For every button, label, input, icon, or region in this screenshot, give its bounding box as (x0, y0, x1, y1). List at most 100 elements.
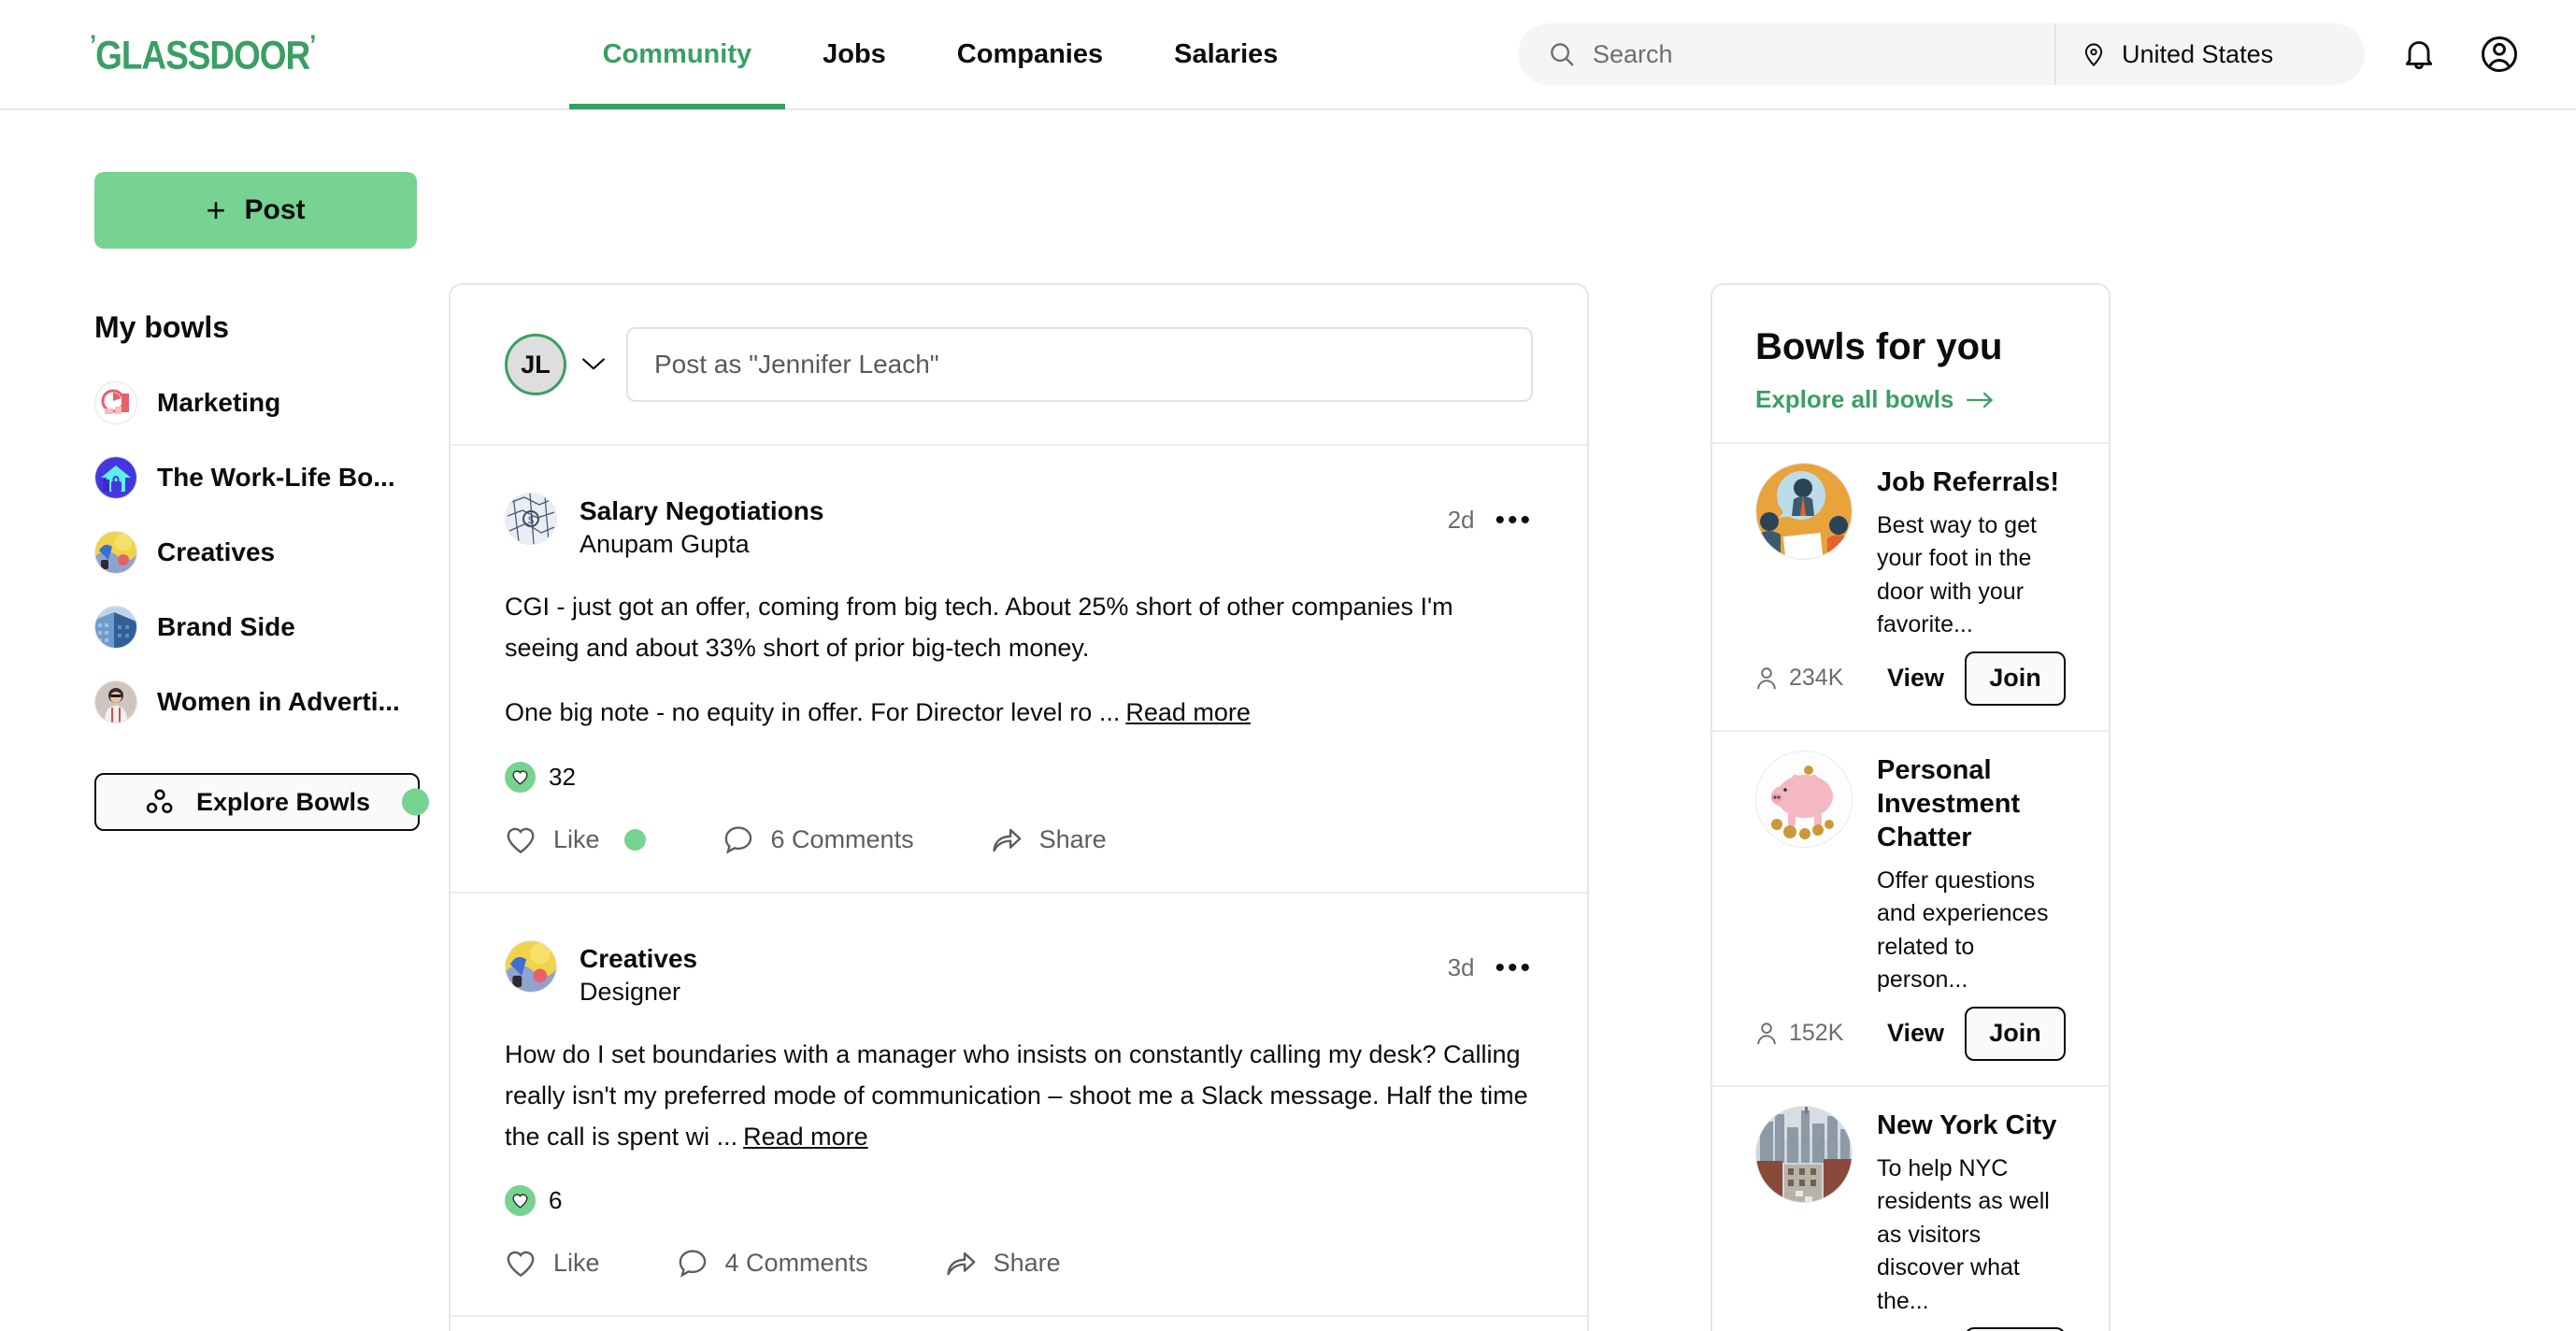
comments-label: 6 Comments (770, 824, 914, 853)
bowl-card-top: Personal Investment Chatter Offer questi… (1755, 750, 2066, 997)
search-input[interactable]: Search (1518, 23, 2056, 85)
my-bowls-heading: My bowls (94, 310, 230, 344)
read-more-link[interactable]: Read more (743, 1123, 868, 1151)
like-button[interactable]: Like (505, 1249, 600, 1278)
post-timestamp: 3d (1447, 953, 1475, 982)
sidebar-bowl-label: The Work-Life Bo... (157, 463, 395, 492)
explore-all-bowls-link[interactable]: Explore all bowls (1755, 385, 2066, 414)
composer-input[interactable]: Post as "Jennifer Leach" (626, 327, 1533, 402)
sidebar-item-marketing[interactable]: Marketing (94, 365, 449, 440)
like-button[interactable]: Like (505, 825, 646, 854)
comments-button[interactable]: 4 Comments (677, 1248, 868, 1278)
bowl-card-text: New York City To help NYC residents as w… (1877, 1106, 2066, 1318)
sidebar-item-work-life-bowl[interactable]: The Work-Life Bo... (94, 440, 449, 515)
heart-reaction-icon (505, 1185, 536, 1217)
header-right-group: Search United States (1518, 23, 2526, 85)
create-post-button[interactable]: + Post (94, 172, 417, 249)
notifications-bell-icon[interactable] (2393, 28, 2445, 80)
post-bowl-name[interactable]: Salary Negotiations (580, 494, 1425, 528)
bowl-card-name[interactable]: New York City (1877, 1109, 2066, 1143)
post-more-options-icon[interactable]: ••• (1495, 506, 1533, 534)
new-york-city-bowl-image[interactable] (1755, 1105, 1853, 1203)
bowls-for-you-header: Bowls for you Explore all bowls (1712, 285, 2109, 442)
post-header: $ Salary Negotiations Anupam Gupta 2d ••… (505, 493, 1533, 561)
post-more-options-icon[interactable]: ••• (1495, 953, 1533, 981)
post-paragraph-truncated: One big note - no equity in offer. For D… (505, 693, 1533, 734)
bowl-view-button[interactable]: View (1887, 664, 1944, 693)
personal-investment-chatter-bowl-image[interactable] (1755, 750, 1853, 848)
nav-item-salaries[interactable]: Salaries (1138, 0, 1313, 109)
sidebar-item-creatives[interactable]: Creatives (94, 515, 449, 590)
brand-side-bowl-avatar-icon (94, 606, 137, 649)
bowl-join-button[interactable]: Join (1965, 1006, 2066, 1061)
recommended-bowl-card: Job Referrals! Best way to get your foot… (1712, 442, 2109, 730)
left-sidebar: + Post My bowls Marketing The Work-Life … (0, 110, 449, 1331)
share-button[interactable]: Share (945, 1249, 1061, 1278)
location-selector[interactable]: United States (2056, 23, 2365, 85)
bowl-card-member-count: 152K (1789, 1020, 1844, 1047)
right-rail: Bowls for you Explore all bowls Job Refe… (1710, 110, 2111, 1331)
job-referrals-bowl-image[interactable] (1755, 463, 1853, 560)
post-paragraph-text: One big note - no equity in offer. For D… (505, 698, 1121, 727)
nav-item-community[interactable]: Community (567, 0, 788, 109)
bowl-card-bottom: 152K View Join (1755, 1006, 2066, 1061)
nav-label-jobs: Jobs (823, 38, 886, 69)
post-composer: JL Post as "Jennifer Leach" (451, 285, 1587, 446)
bowl-card-bottom: 61K View Join (1755, 1327, 2066, 1331)
bowl-card-members: 234K (1755, 665, 1843, 692)
explore-bowls-label: Explore Bowls (195, 787, 371, 816)
bowl-card-member-count: 234K (1789, 665, 1844, 692)
like-active-dot (623, 828, 646, 851)
post-header-right: 3d ••• (1448, 940, 1533, 982)
marketing-bowl-avatar-icon (94, 381, 137, 424)
feed-post: $ Salary Negotiations Anupam Gupta 2d ••… (451, 446, 1587, 894)
feed-card: JL Post as "Jennifer Leach" $ Salary Neg… (449, 283, 1589, 1331)
salary-negotiations-bowl-avatar-icon[interactable]: $ (505, 493, 557, 545)
nav-label-companies: Companies (956, 38, 1104, 69)
profile-avatar-icon[interactable] (2473, 28, 2526, 80)
bowl-view-button[interactable]: View (1887, 1019, 1944, 1048)
bowls-cluster-icon (144, 786, 176, 818)
my-bowls-list: Marketing The Work-Life Bo... Creatives … (94, 365, 449, 739)
post-body: How do I set boundaries with a manager w… (505, 1035, 1533, 1157)
composer-placeholder: Post as "Jennifer Leach" (654, 350, 939, 379)
composer-avatar-initials: JL (521, 350, 551, 379)
post-reactions[interactable]: 32 (505, 762, 1533, 794)
post-bowl-name[interactable]: Creatives (580, 942, 1425, 976)
bowl-card-buttons: View Join (1887, 1327, 2066, 1331)
bowl-card-name[interactable]: Job Referrals! (1877, 466, 2066, 500)
glassdoor-logo[interactable]: ’GLASSDOOR’ (90, 30, 316, 79)
chevron-down-icon[interactable] (581, 357, 606, 372)
search-bar[interactable]: Search United States (1518, 23, 2365, 85)
comments-button[interactable]: 6 Comments (723, 824, 914, 854)
bowl-card-description: Best way to get your foot in the door wi… (1877, 511, 2037, 638)
bowls-for-you-card: Bowls for you Explore all bowls Job Refe… (1710, 283, 2111, 1331)
sidebar-bowl-label: Brand Side (157, 612, 295, 641)
comments-label: 4 Comments (724, 1248, 868, 1277)
bowl-join-button[interactable]: Join (1965, 651, 2066, 706)
sidebar-item-women-in-advertising[interactable]: Women in Adverti... (94, 665, 449, 739)
read-more-link[interactable]: Read more (1125, 698, 1251, 726)
explore-bowls-button[interactable]: Explore Bowls (94, 773, 420, 831)
creatives-bowl-avatar-icon[interactable] (505, 940, 557, 994)
post-reactions[interactable]: 6 (505, 1185, 1533, 1217)
composer-avatar[interactable]: JL (505, 334, 566, 395)
nav-item-jobs[interactable]: Jobs (787, 0, 922, 109)
feed-post: Creatives Designer 3d ••• How do I set b… (451, 894, 1587, 1318)
bowl-join-button[interactable]: Join (1965, 1327, 2066, 1331)
feed-post-partial (451, 1317, 1587, 1331)
arrow-right-icon (1967, 391, 1995, 409)
women-in-advertising-bowl-avatar-icon (94, 680, 137, 723)
logo-text: GLASSDOOR (95, 33, 310, 79)
post-meta: Creatives Designer (580, 940, 1425, 1009)
bowl-card-members: 152K (1755, 1020, 1843, 1047)
bowls-for-you-title: Bowls for you (1755, 326, 2003, 367)
nav-item-companies[interactable]: Companies (922, 0, 1138, 109)
share-button[interactable]: Share (991, 825, 1107, 854)
post-author: Designer (580, 977, 681, 1006)
post-actions: Like 4 Comments Share (505, 1248, 1533, 1278)
svg-text:$: $ (528, 515, 534, 526)
sidebar-item-brand-side[interactable]: Brand Side (94, 590, 449, 665)
bowl-card-name[interactable]: Personal Investment Chatter (1877, 754, 2066, 855)
comment-bubble-icon (677, 1248, 708, 1278)
